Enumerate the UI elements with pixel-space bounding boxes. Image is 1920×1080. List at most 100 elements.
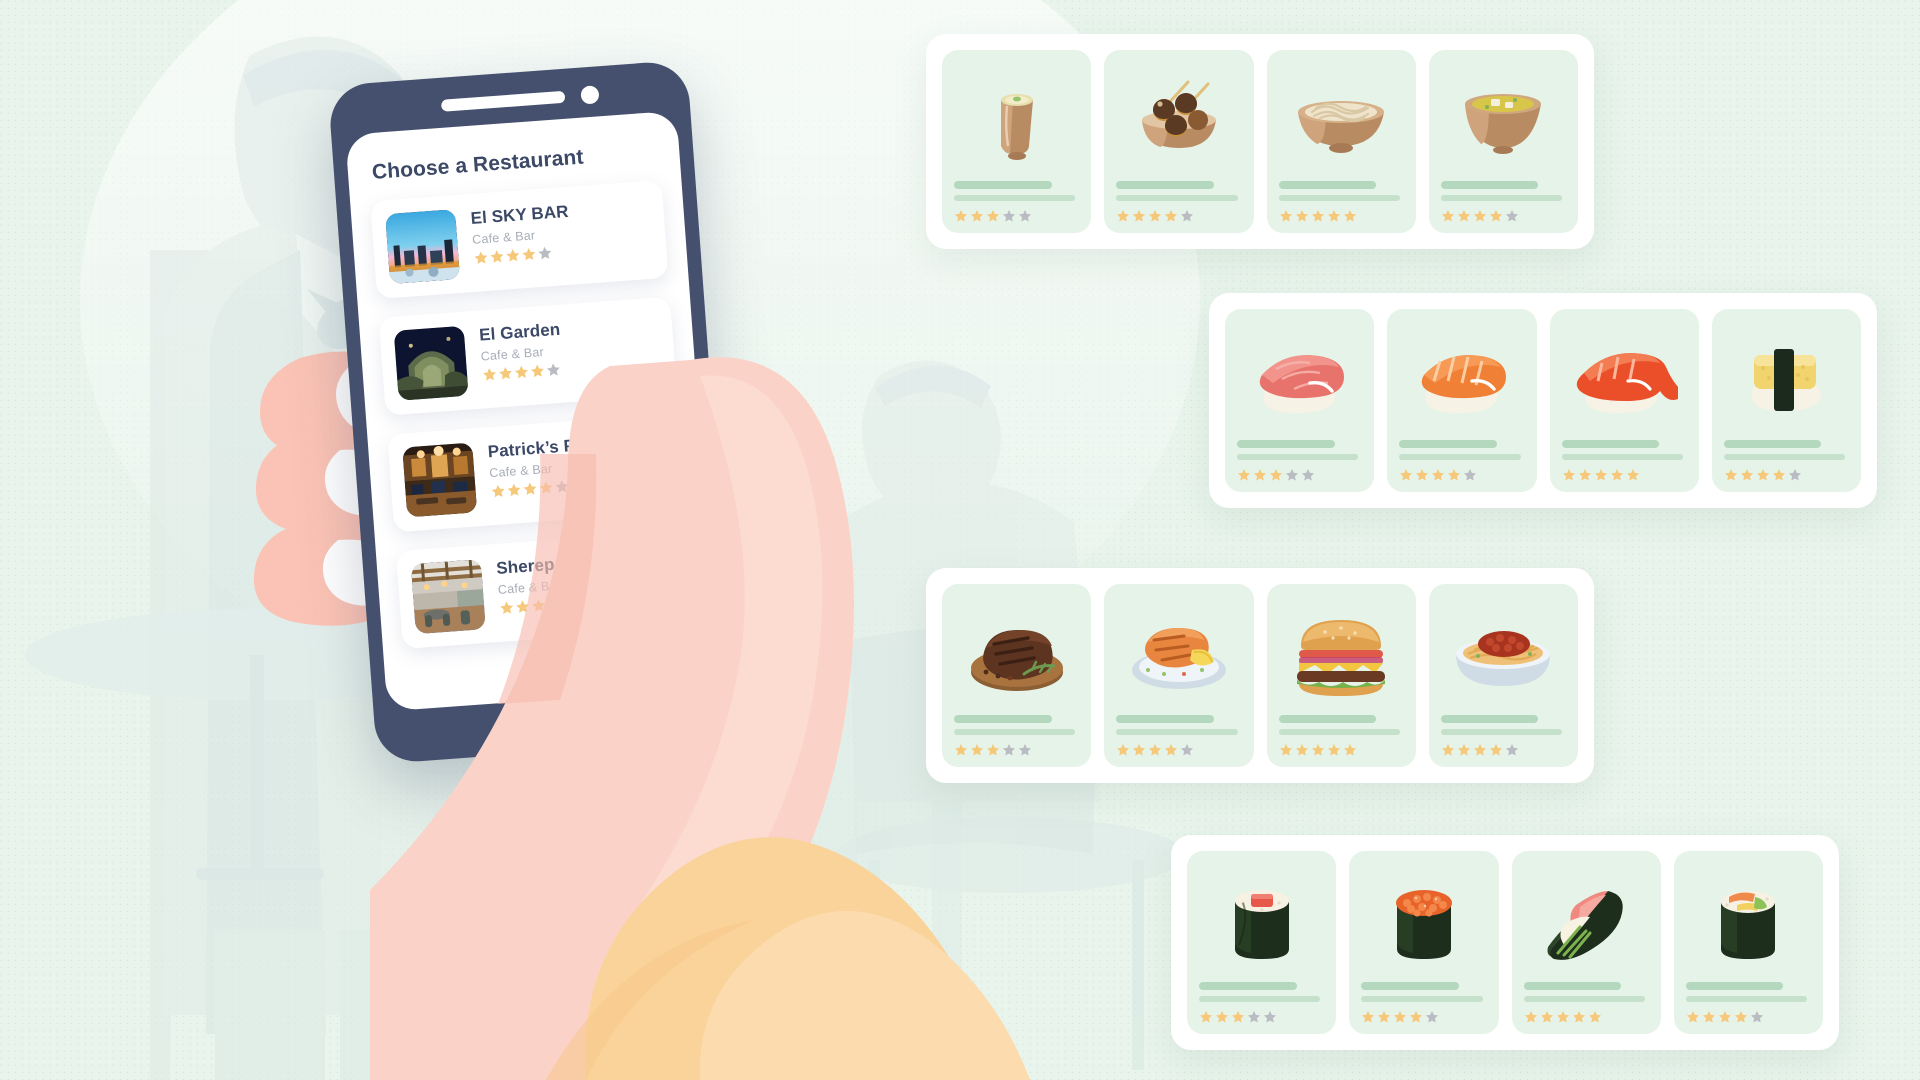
star-icon xyxy=(483,368,496,381)
restaurant-list: El SKY BAR Cafe & Bar El Garden Cafe & Bar P… xyxy=(370,179,695,650)
rating-stars xyxy=(954,743,1079,757)
star-icon xyxy=(474,251,488,265)
star-icon xyxy=(970,744,984,756)
star-icon xyxy=(500,601,514,615)
restaurant-card[interactable]: El SKY BAR Cafe & Bar xyxy=(370,179,669,300)
food-card[interactable] xyxy=(1225,309,1375,492)
star-icon xyxy=(1327,744,1340,756)
star-icon xyxy=(515,365,528,379)
star-icon xyxy=(507,483,521,497)
star-icon xyxy=(1505,210,1518,222)
star-icon xyxy=(499,367,512,380)
subtitle-placeholder-bar xyxy=(1278,729,1400,735)
star-icon xyxy=(1772,469,1785,481)
star-icon xyxy=(1432,469,1445,481)
title-placeholder-bar xyxy=(1199,982,1297,990)
title-placeholder-bar xyxy=(1685,982,1784,990)
star-icon xyxy=(1556,1011,1569,1023)
salmon-nigiri-icon xyxy=(1399,321,1524,440)
star-icon xyxy=(1343,210,1356,222)
rating-stars xyxy=(1562,468,1687,482)
star-icon xyxy=(1295,210,1308,222)
star-icon xyxy=(1410,1011,1423,1023)
star-icon xyxy=(1247,1011,1261,1023)
star-icon xyxy=(1133,210,1146,222)
star-icon xyxy=(506,249,520,262)
food-card[interactable] xyxy=(1187,851,1337,1034)
title-placeholder-bar xyxy=(954,181,1052,189)
star-icon xyxy=(1378,1011,1391,1023)
restaurant-thumbnail xyxy=(402,442,478,518)
food-card[interactable] xyxy=(1104,584,1254,767)
star-icon xyxy=(1149,210,1162,222)
star-icon xyxy=(516,600,530,613)
star-icon xyxy=(1610,469,1623,481)
phone-screen: Choose a Restaurant El SKY BAR Cafe & Bar… xyxy=(345,110,719,712)
star-icon xyxy=(1724,469,1737,481)
title-placeholder-bar xyxy=(1440,715,1539,723)
food-card[interactable] xyxy=(942,584,1092,767)
food-card[interactable] xyxy=(1266,584,1416,767)
star-icon xyxy=(1165,744,1178,756)
title-placeholder-bar xyxy=(1361,982,1459,990)
star-icon xyxy=(1473,210,1486,222)
food-card[interactable] xyxy=(942,50,1092,233)
rating-stars xyxy=(1116,209,1241,223)
title-placeholder-bar xyxy=(1440,181,1539,189)
food-card[interactable] xyxy=(1511,851,1661,1034)
food-card[interactable] xyxy=(1266,50,1416,233)
star-icon xyxy=(1426,1011,1439,1023)
food-card[interactable] xyxy=(1349,851,1499,1034)
food-card[interactable] xyxy=(1428,584,1578,767)
star-icon xyxy=(1215,1011,1229,1023)
title-placeholder-bar xyxy=(1278,181,1377,189)
rating-stars xyxy=(954,209,1079,223)
star-icon xyxy=(1018,210,1032,222)
star-icon xyxy=(1734,1011,1747,1023)
japanese-drinks-and-soup-panel xyxy=(926,34,1594,249)
star-icon xyxy=(523,482,537,496)
star-icon xyxy=(1788,469,1801,481)
star-icon xyxy=(986,210,1000,222)
star-icon xyxy=(564,596,577,610)
food-card[interactable] xyxy=(1387,309,1537,492)
star-icon xyxy=(1231,1011,1245,1023)
star-icon xyxy=(532,599,545,612)
phone-mockup: Choose a Restaurant El SKY BAR Cafe & Bar… xyxy=(327,59,737,765)
star-icon xyxy=(1750,1011,1763,1023)
food-card[interactable] xyxy=(1428,50,1578,233)
food-card[interactable] xyxy=(1549,309,1699,492)
title-placeholder-bar xyxy=(954,715,1052,723)
star-icon xyxy=(1686,1011,1699,1023)
restaurant-card[interactable]: El Garden Cafe & Bar xyxy=(378,296,678,416)
food-card[interactable] xyxy=(1711,309,1861,492)
title-placeholder-bar xyxy=(1723,440,1822,448)
subtitle-placeholder-bar xyxy=(1237,454,1359,460)
star-icon xyxy=(1540,1011,1553,1023)
star-icon xyxy=(1505,744,1518,756)
restaurant-card[interactable]: Sherep Cafe & Bar xyxy=(395,529,695,650)
subtitle-placeholder-bar xyxy=(1723,454,1846,460)
star-icon xyxy=(1311,744,1324,756)
star-icon xyxy=(1740,469,1753,481)
ikura-gunkan-roll-icon xyxy=(1361,863,1486,982)
star-icon xyxy=(986,744,1000,756)
star-icon xyxy=(1165,210,1178,222)
rating-stars xyxy=(1279,743,1404,757)
star-icon xyxy=(490,250,504,263)
star-icon xyxy=(1473,744,1486,756)
star-icon xyxy=(1343,744,1356,756)
main-dishes-panel xyxy=(926,568,1594,783)
star-icon xyxy=(1457,744,1470,756)
food-card[interactable] xyxy=(1673,851,1823,1034)
tuna-maki-roll-icon xyxy=(1199,863,1324,982)
restaurant-card[interactable]: Patrick’s Pastry Cafe & Bar xyxy=(387,413,686,533)
star-icon xyxy=(1181,210,1194,222)
rating-stars xyxy=(1361,1010,1486,1024)
star-icon xyxy=(1626,469,1639,481)
food-card[interactable] xyxy=(1104,50,1254,233)
star-icon xyxy=(555,480,569,493)
title-placeholder-bar xyxy=(1116,715,1214,723)
star-icon xyxy=(1594,469,1607,481)
subtitle-placeholder-bar xyxy=(1685,996,1808,1002)
